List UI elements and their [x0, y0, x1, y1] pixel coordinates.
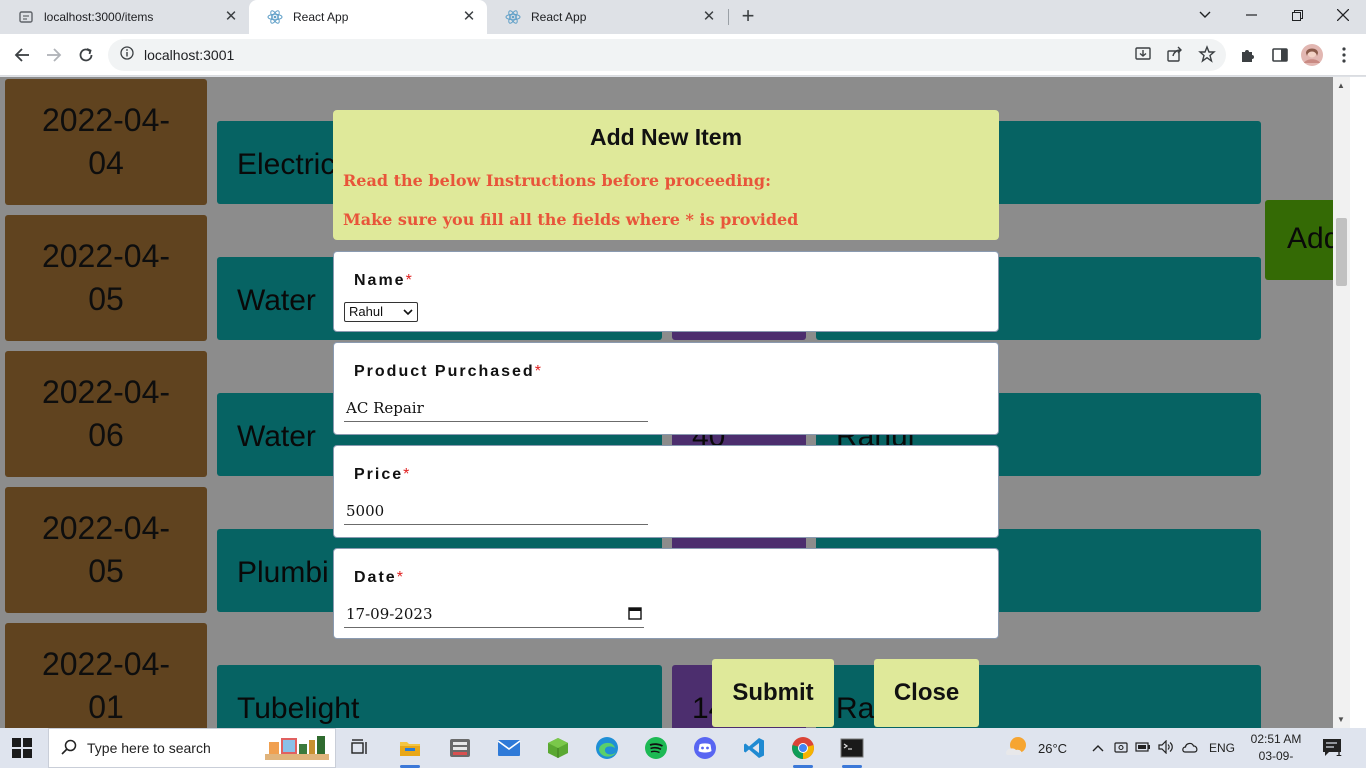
mail-icon[interactable]	[489, 732, 529, 764]
clock-time: 02:51 AM	[1250, 732, 1302, 746]
instruction-required-fields: Make sure you fill all the fields where …	[343, 210, 799, 229]
side-panel-icon[interactable]	[1268, 43, 1292, 67]
price-field-label: Price*	[354, 466, 412, 483]
scroll-down-icon[interactable]: ▼	[1337, 715, 1345, 724]
share-icon[interactable]	[1166, 45, 1184, 68]
required-mark: *	[534, 363, 543, 380]
system-tray: ENG	[1090, 728, 1235, 768]
discord-icon[interactable]	[685, 732, 725, 764]
database-app-icon[interactable]	[440, 732, 480, 764]
bookmark-star-icon[interactable]	[1198, 45, 1216, 68]
notification-center-icon[interactable]: 1	[1322, 728, 1344, 768]
install-app-icon[interactable]	[1134, 45, 1152, 68]
search-highlight-image	[263, 734, 331, 765]
clock-date: 03-09-2023	[1258, 749, 1294, 768]
page-scrollbar[interactable]: ▲ ▼	[1333, 77, 1350, 728]
spotify-icon[interactable]	[636, 732, 676, 764]
date-input[interactable]: 17-09-2023	[344, 602, 644, 628]
taskbar-search[interactable]: Type here to search	[48, 728, 336, 768]
search-icon	[61, 739, 77, 758]
tab-separator	[728, 9, 729, 25]
taskbar-clock[interactable]: 02:51 AM 03-09-2023	[1248, 731, 1304, 768]
edge-browser-icon[interactable]	[587, 732, 627, 764]
react-logo-icon	[505, 9, 521, 25]
browser-toolbar: localhost:3001	[0, 34, 1366, 76]
page-icon	[18, 9, 34, 25]
taskbar: Type here to search 26°C ENG 02:51 AM 03…	[0, 728, 1366, 768]
reload-icon[interactable]	[74, 43, 98, 67]
price-field-group: Price* 5000	[333, 445, 999, 538]
browser-menu-icon[interactable]	[1332, 43, 1356, 67]
submit-button[interactable]: Submit	[712, 659, 834, 727]
react-logo-icon	[267, 9, 283, 25]
required-mark: *	[403, 466, 412, 483]
tab-label: React App	[293, 10, 349, 24]
address-bar[interactable]: localhost:3001	[108, 39, 1226, 71]
weather-sun-icon	[1004, 735, 1030, 762]
chevron-up-icon[interactable]	[1090, 741, 1106, 755]
windows-start-icon[interactable]	[12, 738, 32, 758]
restore-icon[interactable]	[1274, 0, 1320, 30]
minimize-icon[interactable]	[1228, 0, 1274, 30]
volume-icon[interactable]	[1158, 739, 1174, 757]
task-view-icon[interactable]	[340, 732, 380, 764]
required-mark: *	[405, 272, 414, 289]
chevron-down-icon	[403, 303, 413, 328]
name-select[interactable]: Rahul	[344, 302, 418, 322]
language-indicator[interactable]: ENG	[1209, 741, 1235, 755]
product-field-group: Product Purchased* AC Repair	[333, 342, 999, 435]
required-mark: *	[396, 569, 405, 586]
name-field-group: Name* Rahul	[333, 251, 999, 332]
instruction-heading: Read the below Instructions before proce…	[343, 171, 771, 190]
url-text: localhost:3001	[144, 47, 235, 63]
date-field-label: Date*	[354, 569, 405, 586]
name-select-value: Rahul	[349, 304, 383, 319]
close-tab-icon[interactable]: ✕	[701, 9, 717, 25]
modal-header: Add New Item Read the below Instructions…	[333, 110, 999, 240]
close-window-icon[interactable]	[1320, 0, 1366, 30]
chrome-icon[interactable]	[783, 732, 823, 768]
battery-icon[interactable]	[1135, 741, 1151, 756]
tab-items[interactable]: localhost:3000/items ✕	[0, 0, 249, 34]
terminal-icon[interactable]	[832, 732, 872, 768]
weather-temp: 26°C	[1038, 740, 1068, 756]
price-input[interactable]: 5000	[344, 499, 648, 525]
close-tab-icon[interactable]: ✕	[461, 9, 477, 25]
tab-label: React App	[531, 10, 587, 24]
tab-react-app[interactable]: React App ✕	[487, 0, 727, 34]
weather-widget[interactable]: 26°C	[1004, 728, 1067, 768]
close-tab-icon[interactable]: ✕	[223, 9, 239, 25]
tab-label: localhost:3000/items	[44, 10, 154, 24]
chevron-down-icon[interactable]	[1182, 0, 1228, 30]
info-icon[interactable]	[120, 45, 134, 65]
vscode-icon[interactable]	[734, 732, 774, 764]
scroll-up-icon[interactable]: ▲	[1337, 81, 1345, 90]
name-field-label: Name*	[354, 272, 414, 289]
page-viewport: 2022-04-04 Electric 2022-04-05 Water 202…	[0, 77, 1333, 728]
meet-now-icon[interactable]	[1114, 740, 1128, 757]
product-field-label: Product Purchased*	[354, 363, 543, 380]
scrollbar-thumb[interactable]	[1336, 218, 1347, 286]
extensions-puzzle-icon[interactable]	[1236, 43, 1260, 67]
profile-avatar[interactable]	[1300, 43, 1324, 67]
modal-title: Add New Item	[589, 124, 743, 150]
product-input[interactable]: AC Repair	[344, 396, 648, 422]
file-explorer-icon[interactable]	[390, 732, 430, 768]
forward-icon[interactable]	[42, 43, 66, 67]
date-input-value: 17-09-2023	[346, 605, 433, 623]
cube-app-icon[interactable]	[538, 732, 578, 764]
new-tab-icon[interactable]: +	[736, 4, 760, 28]
tab-strip: localhost:3000/items ✕ React App ✕ React…	[0, 0, 1366, 34]
calendar-icon[interactable]	[628, 606, 642, 620]
back-icon[interactable]	[10, 43, 34, 67]
date-field-group: Date* 17-09-2023	[333, 548, 999, 639]
page-edge	[1350, 77, 1366, 728]
search-placeholder: Type here to search	[87, 740, 211, 756]
notification-count: 1	[1336, 748, 1342, 759]
close-button[interactable]: Close	[874, 659, 979, 727]
tab-react-app-active[interactable]: React App ✕	[249, 0, 487, 34]
network-cloud-icon[interactable]	[1181, 741, 1199, 756]
